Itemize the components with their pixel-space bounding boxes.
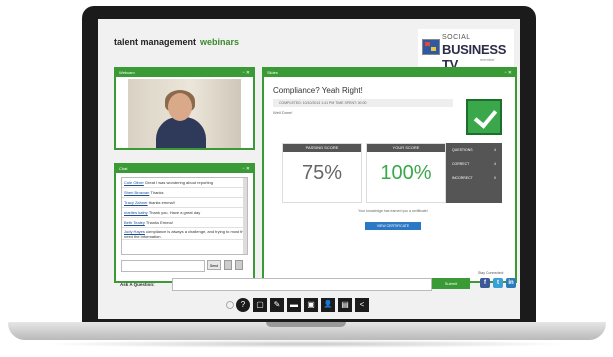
slide-subtitle: Well Done! — [273, 110, 293, 115]
quiz-stats: QUESTIONS 4 CORRECT 4 INCORRECT 0 — [446, 143, 502, 203]
completion-meta: COMPLETED: 10/10/2013 1:41 PM TIME SPENT… — [273, 99, 453, 107]
ask-question-label: Ask A Question: — [120, 282, 155, 287]
slide-content: Compliance? Yeah Right! COMPLETED: 10/10… — [270, 82, 510, 265]
chat-scrollbar[interactable] — [243, 178, 247, 254]
toolbar-status-icon — [226, 301, 234, 309]
chat-message-text: Thanks Emma! — [145, 220, 173, 225]
chat-panel-title: Chat — [119, 166, 128, 171]
chat-message-text: Thank you. Have a great day — [148, 210, 201, 215]
chat-user-link[interactable]: Beth Tealey — [124, 220, 145, 225]
stat-value: 0 — [494, 176, 496, 180]
stat-value: 4 — [494, 162, 496, 166]
chat-user-link[interactable]: Cole Oliver — [124, 180, 144, 185]
stat-label: QUESTIONS — [452, 148, 473, 152]
chat-options-icon[interactable] — [235, 260, 243, 270]
stat-value: 4 — [494, 148, 496, 152]
tv-logo-icon — [422, 39, 440, 55]
list-item: Tracy Zahner thanks emma!! — [122, 198, 247, 208]
help-icon[interactable]: ? — [236, 298, 250, 312]
passing-score-box: PASSING SCORE 75% — [282, 143, 362, 203]
list-item: Judy Hayes compliance is always a challe… — [122, 228, 247, 240]
laptop-notch — [266, 322, 346, 327]
stat-label: CORRECT — [452, 162, 470, 166]
slides-panel: Slides ▫ ✕ Compliance? Yeah Right! COMPL… — [262, 67, 517, 283]
panel-controls-icon[interactable]: ▫ ✕ — [243, 69, 250, 77]
speaker-bio-icon[interactable]: 👤 — [321, 298, 335, 312]
partner-logo: SOCIAL BUSINESS TV member — [418, 29, 514, 72]
your-score-box: YOUR SCORE 100% — [366, 143, 446, 203]
chat-user-link[interactable]: marites kathy — [124, 210, 148, 215]
passing-score-value: 75% — [301, 162, 343, 184]
presenter-face — [168, 93, 192, 121]
chat-panel-header[interactable]: Chat ▫ ✕ — [116, 165, 253, 173]
chat-panel: Chat ▫ ✕ Cole Oliver Great I was wonderi… — [114, 163, 255, 283]
share-icon[interactable]: < — [355, 298, 369, 312]
chat-message-text: Great I was wondering about reporting — [144, 180, 213, 185]
stat-row: INCORRECT 0 — [446, 171, 502, 185]
ask-question-input[interactable] — [172, 278, 432, 291]
chat-user-link[interactable]: Tracy Zahner — [124, 200, 148, 205]
stat-label: INCORRECT — [452, 176, 473, 180]
facebook-icon[interactable]: f — [480, 278, 490, 288]
webinar-screen: talent management webinars SOCIAL BUSINES… — [98, 19, 520, 319]
twitter-icon[interactable]: t — [493, 278, 503, 288]
passing-score-label: PASSING SCORE — [283, 144, 361, 152]
font-size-icon[interactable] — [224, 260, 232, 270]
slides-toggle-icon[interactable]: ▬ — [287, 298, 301, 312]
certificate-message: Your knowledge has earned you a certific… — [358, 209, 428, 213]
view-certificate-button[interactable]: VIEW CERTIFICATE — [365, 222, 421, 230]
stat-row: CORRECT 4 — [446, 157, 502, 171]
partner-logo-tag: member — [480, 57, 495, 62]
webcam-panel: Webcam ▫ ✕ — [114, 67, 255, 150]
stay-connected-label: Stay Connected: — [478, 271, 504, 275]
chat-message-text: thanks emma!! — [148, 200, 175, 205]
slides-panel-title: Slides — [267, 70, 278, 75]
chat-message-list[interactable]: Cole Oliver Great I was wondering about … — [121, 177, 248, 255]
brand-suffix: webinars — [200, 37, 240, 47]
handouts-icon[interactable]: ▤ — [338, 298, 352, 312]
panel-controls-icon[interactable]: ▫ ✕ — [505, 69, 512, 77]
your-score-label: YOUR SCORE — [367, 144, 445, 152]
check-icon — [466, 99, 502, 135]
panel-controls-icon[interactable]: ▫ ✕ — [243, 165, 250, 173]
brand-logo: talent management webinars — [114, 37, 239, 47]
chat-send-button[interactable]: Send — [207, 260, 221, 270]
webcam-video — [128, 79, 241, 148]
your-score-value: 100% — [380, 162, 432, 184]
brand-name: talent management — [114, 37, 197, 47]
chat-toggle-icon[interactable]: ▣ — [304, 298, 318, 312]
webcam-panel-title: Webcam — [119, 70, 135, 75]
webcam-panel-header[interactable]: Webcam ▫ ✕ — [116, 69, 253, 77]
chat-message-text: Thanks — [150, 190, 164, 195]
slide-title: Compliance? Yeah Right! — [273, 86, 363, 95]
slides-panel-header[interactable]: Slides ▫ ✕ — [264, 69, 515, 77]
list-item: marites kathy Thank you. Have a great da… — [122, 208, 247, 218]
list-item: Cole Oliver Great I was wondering about … — [122, 178, 247, 188]
linkedin-icon[interactable]: in — [506, 278, 516, 288]
notes-icon[interactable]: ✎ — [270, 298, 284, 312]
list-item: Sheri Brosnan Thanks — [122, 188, 247, 198]
list-item: Beth Tealey Thanks Emma! — [122, 218, 247, 228]
stat-row: QUESTIONS 4 — [446, 143, 502, 157]
chat-input[interactable] — [121, 260, 205, 272]
laptop-shadow — [40, 340, 573, 348]
partner-logo-top: SOCIAL — [442, 34, 471, 41]
submit-question-button[interactable]: Submit — [432, 278, 470, 289]
chat-user-link[interactable]: Sheri Brosnan — [124, 190, 149, 195]
presenter-body — [156, 117, 206, 148]
resources-icon[interactable]: ▢ — [253, 298, 267, 312]
